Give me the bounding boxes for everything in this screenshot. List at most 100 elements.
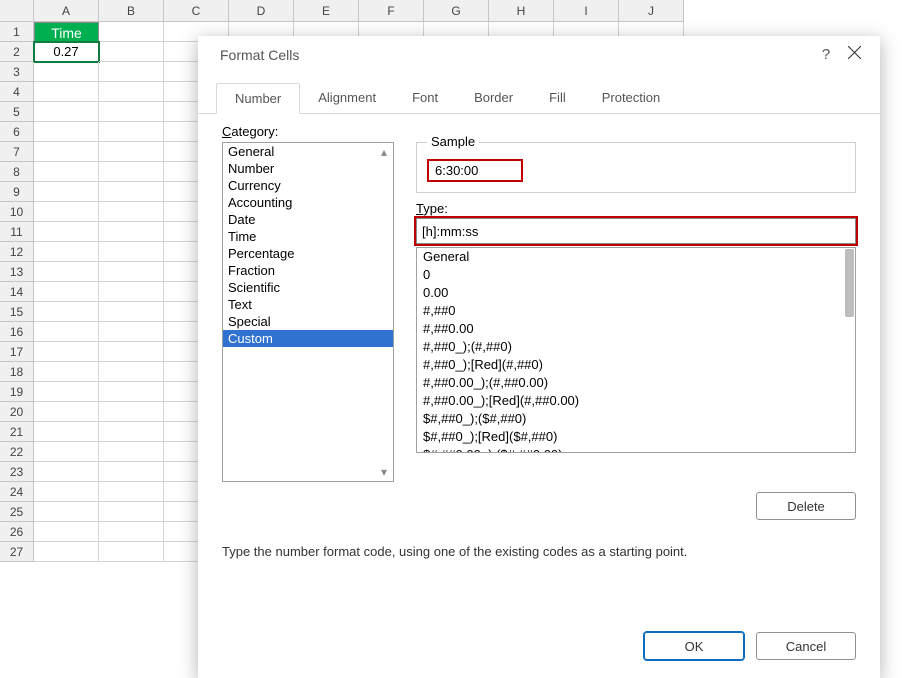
cell-B3[interactable] (99, 62, 164, 82)
category-item-number[interactable]: Number (223, 160, 393, 177)
cell-A11[interactable] (34, 222, 99, 242)
cell-A5[interactable] (34, 102, 99, 122)
tab-number[interactable]: Number (216, 83, 300, 114)
row-head-18[interactable]: 18 (0, 362, 34, 382)
row-head-10[interactable]: 10 (0, 202, 34, 222)
cell-A3[interactable] (34, 62, 99, 82)
cell-B11[interactable] (99, 222, 164, 242)
scrollbar-track[interactable]: ▴ ▾ (381, 143, 393, 481)
col-head-G[interactable]: G (424, 0, 489, 22)
format-item-7[interactable]: #,##0.00_);(#,##0.00) (417, 374, 855, 392)
cell-B27[interactable] (99, 542, 164, 562)
row-head-1[interactable]: 1 (0, 22, 34, 42)
cell-A27[interactable] (34, 542, 99, 562)
col-head-C[interactable]: C (164, 0, 229, 22)
cell-A23[interactable] (34, 462, 99, 482)
row-head-16[interactable]: 16 (0, 322, 34, 342)
format-item-4[interactable]: #,##0.00 (417, 320, 855, 338)
cancel-button[interactable]: Cancel (756, 632, 856, 660)
format-item-8[interactable]: #,##0.00_);[Red](#,##0.00) (417, 392, 855, 410)
row-head-8[interactable]: 8 (0, 162, 34, 182)
category-item-percentage[interactable]: Percentage (223, 245, 393, 262)
cell-A13[interactable] (34, 262, 99, 282)
cell-B12[interactable] (99, 242, 164, 262)
cell-B4[interactable] (99, 82, 164, 102)
row-head-7[interactable]: 7 (0, 142, 34, 162)
row-head-14[interactable]: 14 (0, 282, 34, 302)
cell-A16[interactable] (34, 322, 99, 342)
tab-fill[interactable]: Fill (531, 83, 584, 113)
col-head-D[interactable]: D (229, 0, 294, 22)
select-all-corner[interactable] (0, 0, 34, 22)
cell-B25[interactable] (99, 502, 164, 522)
format-item-1[interactable]: 0 (417, 266, 855, 284)
cell-B14[interactable] (99, 282, 164, 302)
cell-A19[interactable] (34, 382, 99, 402)
cell-A1[interactable]: Time (34, 22, 99, 42)
cell-B15[interactable] (99, 302, 164, 322)
type-input[interactable] (416, 218, 856, 244)
cell-A6[interactable] (34, 122, 99, 142)
tab-alignment[interactable]: Alignment (300, 83, 394, 113)
row-head-11[interactable]: 11 (0, 222, 34, 242)
category-item-custom[interactable]: Custom (223, 330, 393, 347)
cell-A18[interactable] (34, 362, 99, 382)
cell-B13[interactable] (99, 262, 164, 282)
format-item-6[interactable]: #,##0_);[Red](#,##0) (417, 356, 855, 374)
cell-B10[interactable] (99, 202, 164, 222)
cell-A4[interactable] (34, 82, 99, 102)
cell-A20[interactable] (34, 402, 99, 422)
cell-A12[interactable] (34, 242, 99, 262)
cell-A7[interactable] (34, 142, 99, 162)
row-head-20[interactable]: 20 (0, 402, 34, 422)
col-head-B[interactable]: B (99, 0, 164, 22)
row-head-25[interactable]: 25 (0, 502, 34, 522)
row-head-2[interactable]: 2 (0, 42, 34, 62)
row-head-9[interactable]: 9 (0, 182, 34, 202)
cell-A17[interactable] (34, 342, 99, 362)
cell-A25[interactable] (34, 502, 99, 522)
ok-button[interactable]: OK (644, 632, 744, 660)
tab-border[interactable]: Border (456, 83, 531, 113)
format-item-11[interactable]: $#,##0.00_);($#,##0.00) (417, 446, 855, 453)
cell-A26[interactable] (34, 522, 99, 542)
cell-B6[interactable] (99, 122, 164, 142)
cell-B5[interactable] (99, 102, 164, 122)
row-head-24[interactable]: 24 (0, 482, 34, 502)
col-head-H[interactable]: H (489, 0, 554, 22)
cell-B7[interactable] (99, 142, 164, 162)
cell-B17[interactable] (99, 342, 164, 362)
row-head-23[interactable]: 23 (0, 462, 34, 482)
category-item-fraction[interactable]: Fraction (223, 262, 393, 279)
cell-A14[interactable] (34, 282, 99, 302)
category-item-special[interactable]: Special (223, 313, 393, 330)
category-item-accounting[interactable]: Accounting (223, 194, 393, 211)
cell-A9[interactable] (34, 182, 99, 202)
cell-B8[interactable] (99, 162, 164, 182)
cell-B18[interactable] (99, 362, 164, 382)
row-head-19[interactable]: 19 (0, 382, 34, 402)
cell-A8[interactable] (34, 162, 99, 182)
row-head-4[interactable]: 4 (0, 82, 34, 102)
cell-B23[interactable] (99, 462, 164, 482)
cell-B1[interactable] (99, 22, 164, 42)
format-item-9[interactable]: $#,##0_);($#,##0) (417, 410, 855, 428)
delete-button[interactable]: Delete (756, 492, 856, 520)
row-head-6[interactable]: 6 (0, 122, 34, 142)
col-head-A[interactable]: A (34, 0, 99, 22)
cell-B19[interactable] (99, 382, 164, 402)
category-item-date[interactable]: Date (223, 211, 393, 228)
row-head-5[interactable]: 5 (0, 102, 34, 122)
format-item-5[interactable]: #,##0_);(#,##0) (417, 338, 855, 356)
cell-B24[interactable] (99, 482, 164, 502)
col-head-E[interactable]: E (294, 0, 359, 22)
row-head-15[interactable]: 15 (0, 302, 34, 322)
category-item-general[interactable]: General (223, 143, 393, 160)
category-item-time[interactable]: Time (223, 228, 393, 245)
cell-A22[interactable] (34, 442, 99, 462)
cell-A10[interactable] (34, 202, 99, 222)
cell-B21[interactable] (99, 422, 164, 442)
row-head-17[interactable]: 17 (0, 342, 34, 362)
cell-B22[interactable] (99, 442, 164, 462)
category-item-currency[interactable]: Currency (223, 177, 393, 194)
